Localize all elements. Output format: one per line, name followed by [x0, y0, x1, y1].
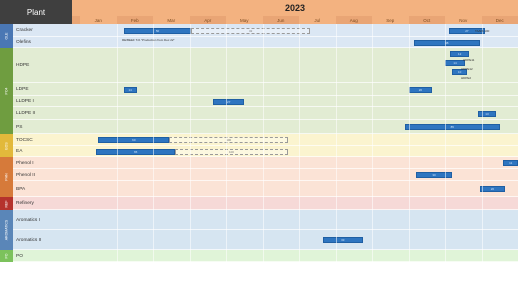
group-tab: OLE: [0, 24, 13, 48]
hdpe-note-2: HDPE12: [461, 67, 473, 71]
month-grid-line: [445, 24, 446, 284]
schedule-bar[interactable]: 11: [503, 160, 518, 166]
row-label[interactable]: LDPE: [16, 85, 29, 95]
row-label[interactable]: LLDPE II: [16, 109, 35, 119]
schedule-bar[interactable]: 20: [479, 186, 506, 192]
row-label[interactable]: Phenol II: [16, 170, 35, 180]
cracker-side-note: TA/ES 100: [475, 29, 490, 33]
gantt-schedule: Plant 2023 Jan Feb Mar Apr May Jun Jul Aug Sep Oc…: [0, 0, 518, 284]
month-grid-line: [335, 24, 337, 284]
month-grid-line: [299, 24, 300, 284]
month-header-jul: Jul: [299, 16, 336, 24]
month-header-mar: Mar: [153, 16, 190, 24]
plant-column-header: Plant: [0, 0, 72, 24]
month-header-sep: Sep: [372, 16, 409, 24]
row-band: [0, 210, 518, 230]
row-label[interactable]: LLDPE I: [16, 97, 34, 107]
group-tab: REF: [0, 197, 13, 210]
month-header-nov: Nov: [445, 16, 482, 24]
row-label[interactable]: Aromatics I: [16, 215, 40, 225]
row-divider: [13, 261, 518, 262]
row-label[interactable]: Aromatics II: [16, 235, 41, 245]
schedule-bar[interactable]: 60: [98, 137, 170, 143]
schedule-bar[interactable]: 100: [174, 148, 289, 155]
schedule-bar[interactable]: 38: [413, 39, 480, 46]
month-grid-line: [116, 24, 118, 284]
group-tab-label: PO: [4, 253, 9, 259]
row-label[interactable]: Phenol I: [16, 158, 34, 168]
group-tab: AROMATICS: [0, 210, 13, 250]
schedule-bar[interactable]: 85: [404, 124, 500, 130]
month-grid-line: [189, 24, 191, 284]
row-band: [0, 48, 518, 83]
group-tab-label: OLE: [4, 32, 9, 40]
month-grid-line: [153, 24, 154, 284]
schedule-bar[interactable]: 14: [123, 86, 137, 93]
schedule-bar[interactable]: 30: [415, 172, 453, 178]
cracker-sub-note: RE/BEEF T/A "Production from Dec 22": [122, 38, 175, 42]
row-band: [0, 230, 518, 250]
group-tab-label: PHN: [4, 173, 9, 181]
row-label[interactable]: EA: [16, 147, 22, 157]
row-band: [0, 181, 518, 197]
month-header-aug: Aug: [335, 16, 372, 24]
group-tab: PO: [0, 250, 13, 262]
month-header-dec: Dec: [481, 16, 518, 24]
month-grid-line: [226, 24, 227, 284]
month-header-may: May: [226, 16, 263, 24]
month-header-jan: Jan: [80, 16, 117, 24]
hdpe-note-1: HDPE11: [463, 58, 475, 62]
schedule-bar[interactable]: 20: [408, 86, 433, 93]
row-label[interactable]: PS: [16, 122, 22, 132]
year-header: 2023: [72, 0, 518, 16]
month-header-oct: Oct: [408, 16, 445, 24]
group-tab-label: REF: [4, 200, 9, 207]
group-tab: PO4: [0, 48, 13, 134]
group-tab-label: AROMATICS: [4, 219, 9, 241]
row-label[interactable]: HDPE: [16, 61, 29, 71]
row-label[interactable]: TOCSC: [16, 135, 33, 145]
hdpe-note-3: HDPE2: [461, 76, 472, 80]
month-header-spacer: [72, 16, 80, 24]
schedule-bar[interactable]: 50: [123, 27, 192, 34]
month-grid-line: [372, 24, 373, 284]
row-label[interactable]: Olefins: [16, 38, 31, 48]
schedule-bar[interactable]: 27: [213, 98, 245, 105]
schedule-bar[interactable]: 100: [169, 137, 289, 143]
row-label[interactable]: BPA: [16, 184, 25, 194]
group-tab: PHN: [0, 157, 13, 197]
month-grid-line: [408, 24, 410, 284]
month-header-jun: Jun: [262, 16, 299, 24]
schedule-bar[interactable]: 12: [450, 51, 469, 57]
month-grid-line: [481, 24, 483, 284]
month-grid-line: [262, 24, 264, 284]
group-tab-label: EOS: [4, 141, 9, 150]
month-header-feb: Feb: [116, 16, 153, 24]
month-header-apr: Apr: [189, 16, 226, 24]
schedule-bar[interactable]: 65: [96, 148, 175, 155]
row-label[interactable]: Refinery: [16, 199, 34, 209]
row-label[interactable]: Cracker: [16, 26, 33, 36]
schedule-bar[interactable]: 33: [322, 237, 363, 243]
group-tab: EOS: [0, 134, 13, 157]
group-tab-label: PO4: [4, 87, 9, 95]
row-label[interactable]: PO: [16, 251, 23, 261]
schedule-bar[interactable]: 32: [191, 27, 310, 34]
